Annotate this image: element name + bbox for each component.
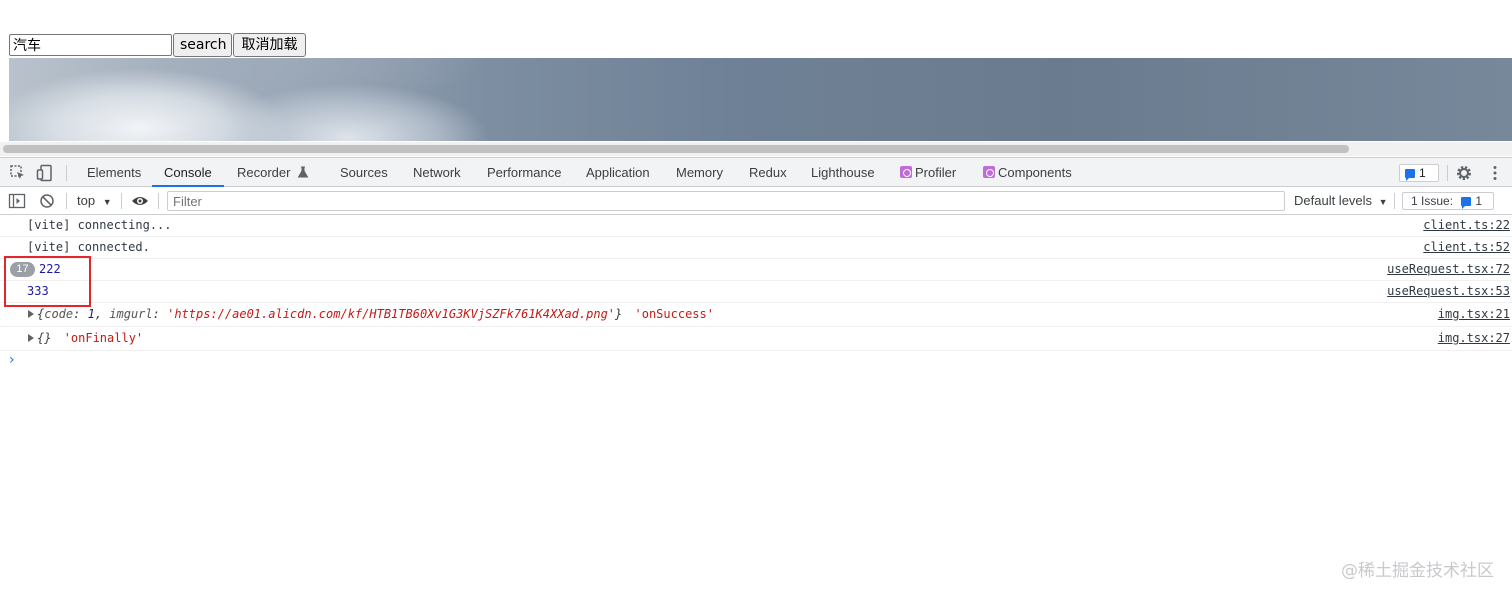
- log-source-link[interactable]: img.tsx:27: [1438, 327, 1510, 350]
- log-row: 17 222 useRequest.tsx:72: [0, 259, 1512, 281]
- log-levels-select[interactable]: Default levels ▼: [1294, 187, 1388, 215]
- tab-profiler[interactable]: Profiler: [900, 158, 956, 187]
- search-button[interactable]: search: [173, 33, 232, 57]
- tab-performance[interactable]: Performance: [487, 158, 561, 187]
- log-source-link[interactable]: useRequest.tsx:53: [1387, 281, 1510, 302]
- context-select[interactable]: top ▼: [77, 187, 112, 215]
- tab-network[interactable]: Network: [413, 158, 461, 187]
- log-source-link[interactable]: useRequest.tsx:72: [1387, 259, 1510, 280]
- sky-image: [9, 58, 1512, 141]
- devtools-tabbar: Elements Console Recorder Sources Networ…: [0, 158, 1512, 187]
- chevron-down-icon: ▼: [102, 197, 112, 207]
- issues-button[interactable]: 1 Issue: 1: [1402, 192, 1494, 210]
- log-row[interactable]: {} 'onFinally' img.tsx:27: [0, 327, 1512, 351]
- cancel-load-button[interactable]: 取消加载: [233, 33, 306, 57]
- tab-elements[interactable]: Elements: [87, 158, 141, 187]
- expand-triangle-icon[interactable]: [28, 334, 34, 342]
- log-row[interactable]: {code: 1, imgurl: 'https://ae01.alicdn.c…: [0, 303, 1512, 327]
- issues-button-count: 1: [1475, 194, 1483, 208]
- log-source-link[interactable]: img.tsx:21: [1438, 303, 1510, 326]
- scrollbar-thumb[interactable]: [3, 145, 1349, 153]
- filter-input[interactable]: [167, 191, 1285, 211]
- flask-icon: [297, 166, 309, 178]
- device-toolbar-icon[interactable]: [36, 164, 54, 182]
- log-message: [vite] connecting...: [27, 218, 172, 232]
- log-source-link[interactable]: client.ts:22: [1423, 215, 1510, 236]
- react-icon: [983, 166, 995, 178]
- issues-count: 1: [1419, 166, 1426, 180]
- log-object[interactable]: {code: 1, imgurl: 'https://ae01.alicdn.c…: [37, 303, 714, 326]
- log-source-link[interactable]: client.ts:52: [1423, 237, 1510, 258]
- log-row: 333 useRequest.tsx:53: [0, 281, 1512, 303]
- highlight-annotation-box: [4, 256, 91, 307]
- inspect-icon[interactable]: [9, 164, 27, 182]
- react-icon: [900, 166, 912, 178]
- tab-recorder[interactable]: Recorder: [237, 158, 309, 187]
- context-label: top: [77, 193, 96, 208]
- message-icon: [1461, 197, 1472, 209]
- search-input[interactable]: [9, 34, 172, 56]
- issues-button-label: 1 Issue:: [1411, 194, 1454, 208]
- tab-profiler-label: Profiler: [915, 165, 957, 180]
- console-toolbar: top ▼ Default levels ▼ 1 Issue: 1: [0, 187, 1512, 215]
- watermark: @稀土掘金技术社区: [1341, 561, 1494, 581]
- tab-redux[interactable]: Redux: [749, 158, 787, 187]
- log-message: [vite] connected.: [27, 240, 150, 254]
- page-area: search 取消加载: [0, 0, 1512, 157]
- tab-sources[interactable]: Sources: [340, 158, 388, 187]
- devtools-panel: Elements Console Recorder Sources Networ…: [0, 157, 1512, 597]
- message-icon: [1405, 169, 1415, 181]
- eye-icon[interactable]: [131, 192, 149, 210]
- console-prompt[interactable]: ›: [9, 352, 15, 368]
- console-output: [vite] connecting... client.ts:22 [vite]…: [0, 215, 1512, 351]
- log-row: [vite] connected. client.ts:52: [0, 237, 1512, 259]
- tab-components[interactable]: Components: [983, 158, 1072, 187]
- clear-console-icon[interactable]: [38, 192, 56, 210]
- tab-recorder-label: Recorder: [237, 165, 291, 180]
- log-object[interactable]: {} 'onFinally': [37, 327, 143, 350]
- tab-console[interactable]: Console: [152, 158, 224, 187]
- expand-triangle-icon[interactable]: [28, 310, 34, 318]
- gear-icon[interactable]: [1455, 164, 1473, 182]
- issues-badge[interactable]: 1: [1399, 164, 1439, 182]
- log-levels-label: Default levels: [1294, 193, 1373, 208]
- sidebar-toggle-icon[interactable]: [8, 192, 26, 210]
- horizontal-scrollbar[interactable]: [0, 142, 1512, 156]
- tab-lighthouse[interactable]: Lighthouse: [811, 158, 875, 187]
- tab-components-label: Components: [998, 165, 1072, 180]
- log-row: [vite] connecting... client.ts:22: [0, 215, 1512, 237]
- tab-memory[interactable]: Memory: [676, 158, 723, 187]
- chevron-down-icon: ▼: [1378, 197, 1388, 207]
- tab-application[interactable]: Application: [586, 158, 650, 187]
- kebab-menu-icon[interactable]: [1486, 164, 1504, 182]
